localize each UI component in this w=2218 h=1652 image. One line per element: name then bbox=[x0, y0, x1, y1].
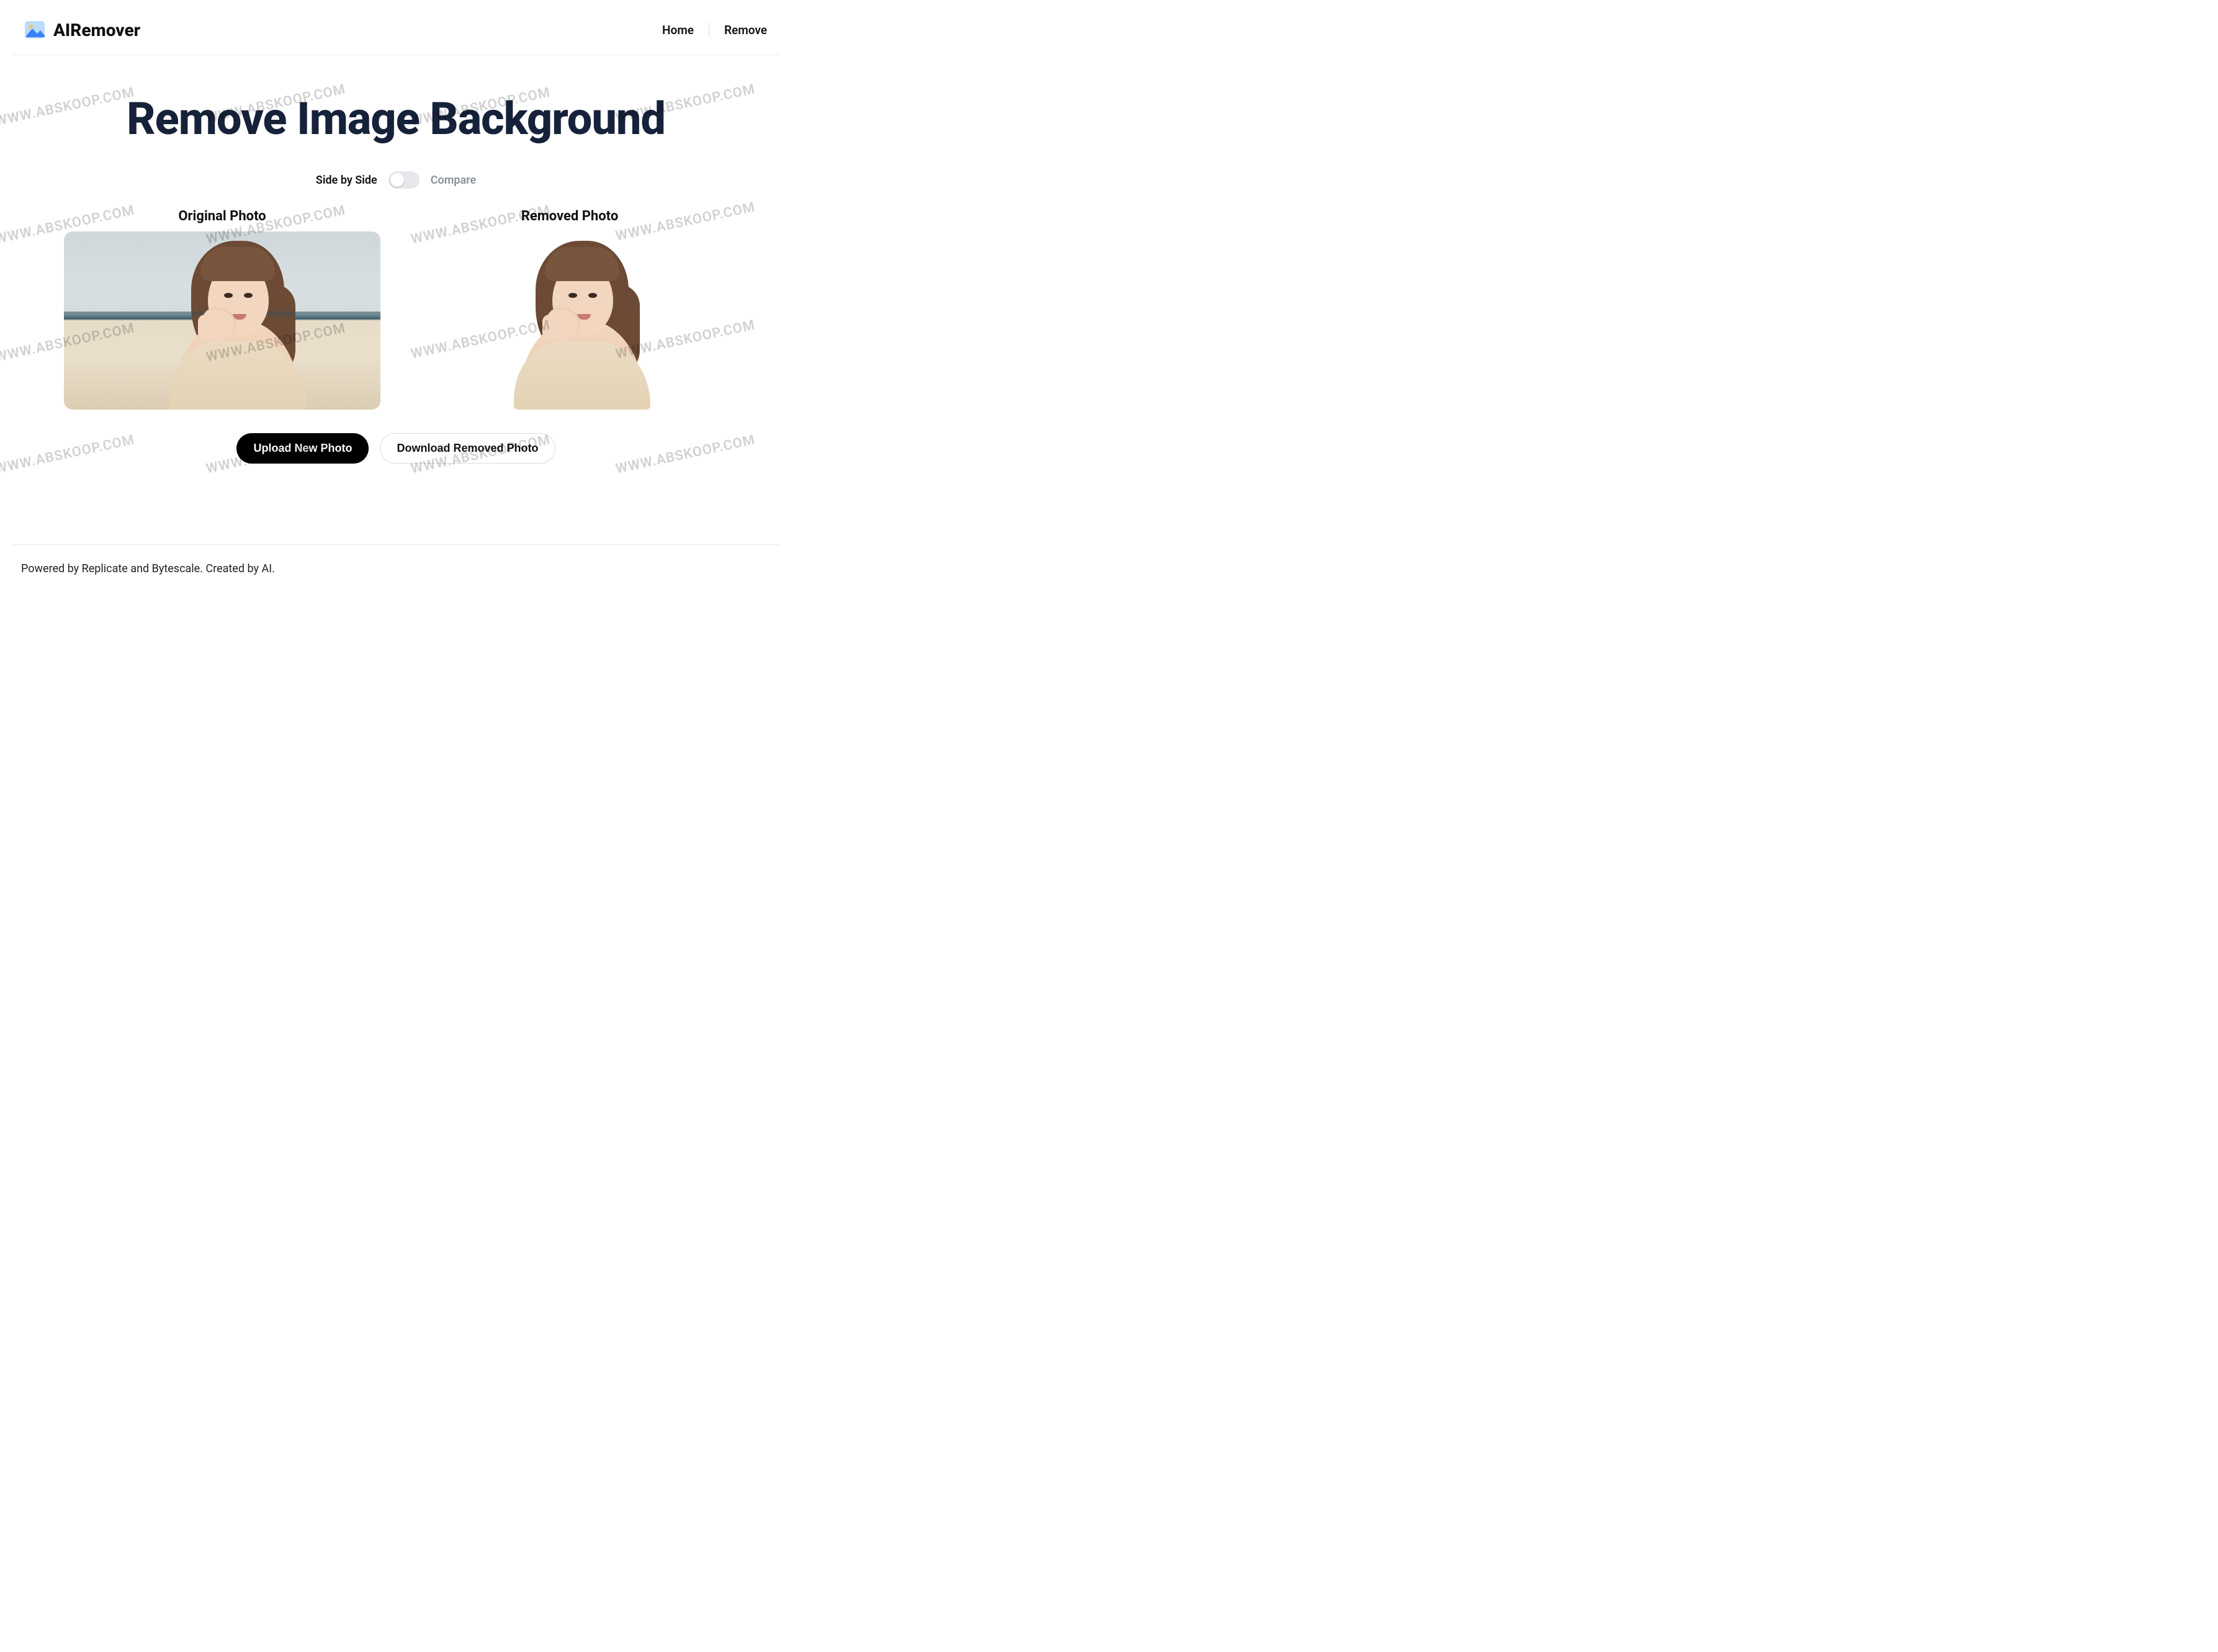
person-figure bbox=[157, 236, 294, 410]
toggle-label-side-by-side: Side by Side bbox=[316, 174, 377, 187]
footer-text: Powered by Replicate and Bytescale. Crea… bbox=[21, 562, 275, 575]
original-photo-panel: Original Photo bbox=[64, 209, 380, 410]
nav-remove[interactable]: Remove bbox=[723, 23, 768, 37]
view-toggle-row: Side by Side Compare bbox=[12, 171, 779, 189]
toggle-label-compare: Compare bbox=[431, 174, 476, 187]
nav-home[interactable]: Home bbox=[661, 23, 695, 37]
removed-photo-label: Removed Photo bbox=[411, 209, 728, 224]
person-figure-cutout bbox=[501, 236, 638, 410]
action-buttons: Upload New Photo Download Removed Photo bbox=[12, 433, 779, 464]
original-photo-label: Original Photo bbox=[64, 209, 380, 224]
footer: Powered by Replicate and Bytescale. Crea… bbox=[0, 545, 792, 589]
brand[interactable]: AIRemover bbox=[24, 19, 140, 41]
original-photo bbox=[64, 231, 380, 410]
header: AIRemover Home Remove bbox=[0, 0, 792, 55]
removed-photo bbox=[411, 231, 728, 410]
main-content: Remove Image Background Side by Side Com… bbox=[0, 55, 792, 488]
page-title: Remove Image Background bbox=[12, 92, 779, 145]
upload-new-photo-button[interactable]: Upload New Photo bbox=[236, 433, 369, 464]
view-toggle-switch[interactable] bbox=[388, 171, 420, 189]
logo-image-icon bbox=[24, 19, 46, 41]
brand-name: AIRemover bbox=[53, 20, 140, 40]
toggle-knob bbox=[390, 173, 404, 187]
image-panels: Original Photo Removed Photo bbox=[12, 209, 779, 410]
top-nav: Home Remove bbox=[661, 22, 768, 37]
removed-photo-panel: Removed Photo bbox=[411, 209, 728, 410]
spacer bbox=[0, 488, 792, 544]
download-removed-photo-button[interactable]: Download Removed Photo bbox=[380, 433, 555, 464]
